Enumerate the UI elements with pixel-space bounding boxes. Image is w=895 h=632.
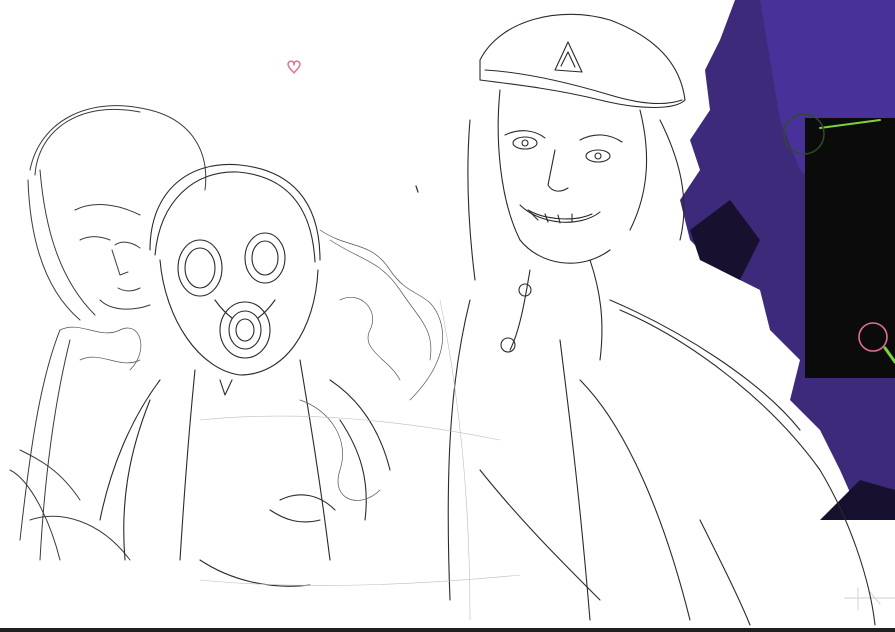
drawing-canvas[interactable] bbox=[0, 0, 895, 632]
painted-background-region bbox=[680, 0, 895, 611]
sketch-artwork bbox=[9, 0, 895, 626]
heart-doodle-icon bbox=[287, 60, 301, 74]
gasmask-figure-sketch bbox=[99, 163, 391, 587]
canvas-bottom-edge bbox=[0, 628, 895, 632]
stray-mark bbox=[415, 185, 419, 193]
